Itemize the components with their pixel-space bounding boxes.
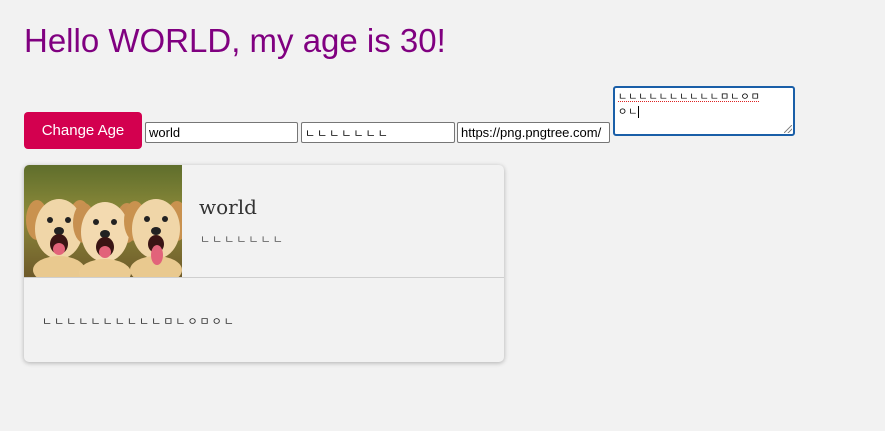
textarea-line-2: ㅇㄴ [618,107,639,118]
text-cursor [638,106,640,118]
card-image [24,165,182,277]
puppy-right [124,199,182,277]
resize-handle-icon[interactable] [784,125,792,133]
long-description-textarea[interactable]: ㄴㄴㄴㄴㄴㄴㄴㄴㄴㄴㅁㄴㅇㅁ ㅇㄴ [613,86,795,136]
card-body-text: ㄴㄴㄴㄴㄴㄴㄴㄴㄴㄴㅁㄴㅇㅁㅇㄴ [42,315,236,328]
image-url-input[interactable] [457,122,610,143]
name-input[interactable] [145,122,298,143]
card-subtitle: ㄴㄴㄴㄴㄴㄴㄴ [200,233,285,246]
puppies-image-icon [24,165,182,277]
change-age-button[interactable]: Change Age [24,112,142,149]
page: Hello WORLD, my age is 30! Change Age ㄴㄴ… [0,0,885,431]
description-input[interactable] [301,122,455,143]
profile-card: world ㄴㄴㄴㄴㄴㄴㄴ ㄴㄴㄴㄴㄴㄴㄴㄴㄴㄴㅁㄴㅇㅁㅇㄴ [24,165,504,362]
textarea-line-1: ㄴㄴㄴㄴㄴㄴㄴㄴㄴㄴㅁㄴㅇㅁ [618,92,761,103]
greeting-heading: Hello WORLD, my age is 30! [24,22,446,59]
card-header: world ㄴㄴㄴㄴㄴㄴㄴ [24,165,504,278]
card-title: world [199,195,257,219]
